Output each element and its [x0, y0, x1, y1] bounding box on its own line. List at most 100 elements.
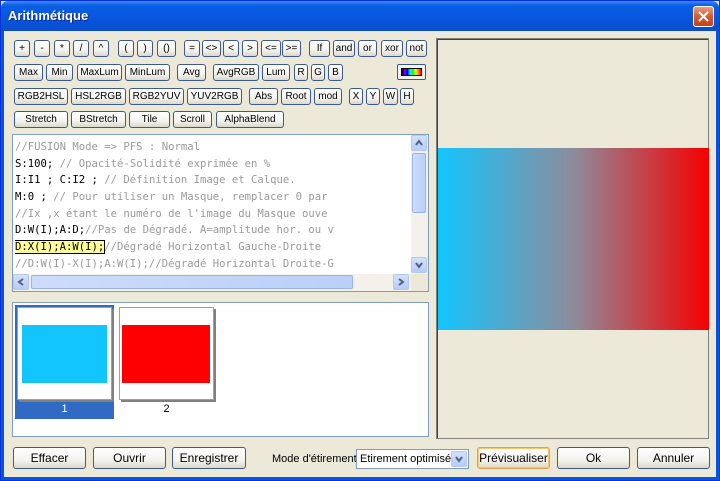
clear-button[interactable]: Effacer [13, 447, 86, 469]
arrow-down-icon [415, 262, 423, 269]
fn-w-button[interactable]: W [383, 88, 398, 105]
color-gradient-icon [401, 68, 422, 76]
scroll-corner [411, 274, 428, 291]
image-content [122, 325, 210, 383]
op-and-button[interactable]: and [333, 40, 355, 57]
fn-tile-button[interactable]: Tile [129, 111, 170, 128]
image-preview [119, 307, 214, 400]
gradient-result [438, 148, 709, 330]
dropdown-button[interactable] [451, 451, 467, 467]
op-xor-button[interactable]: xor [381, 40, 403, 57]
scroll-up-button[interactable] [411, 135, 427, 151]
fn-max-button[interactable]: Max [14, 64, 43, 81]
stretch-mode-label: Mode d'étirement [272, 453, 357, 465]
close-icon [698, 11, 709, 22]
fn-bstretch-button[interactable]: BStretch [71, 111, 126, 128]
fn-maxlum-button[interactable]: MaxLum [77, 64, 122, 81]
open-button[interactable]: Ouvrir [93, 447, 166, 469]
op-greater-equal-button[interactable]: >= [282, 40, 301, 57]
preview-button[interactable]: Prévisualiser [477, 447, 550, 469]
color-palette-button[interactable] [397, 64, 426, 80]
image-thumb-1[interactable]: 1 [15, 305, 114, 419]
fn-root-button[interactable]: Root [281, 88, 311, 105]
code-line: I:I1 ; C:I2 ; // Définition Image et Cal… [15, 174, 296, 187]
image-preview [17, 307, 112, 400]
fn-h-button[interactable]: H [400, 88, 414, 105]
code-line-active: D:X(I);A:W(I);//Dégradé Horizontal Gauch… [15, 240, 322, 255]
arithmetic-dialog: Arithmétique + - * / ^ ( ) () = <> < > <… [0, 0, 720, 481]
op-close-paren-button[interactable]: ) [137, 40, 153, 57]
fn-rgb2hsl-button[interactable]: RGB2HSL [14, 88, 68, 105]
fn-avgrgb-button[interactable]: AvgRGB [213, 64, 259, 81]
fn-min-button[interactable]: Min [46, 64, 73, 81]
code-line: //D:W(I)-X(I);A:W(I);//Dégradé Horizonta… [15, 257, 334, 270]
op-divide-button[interactable]: / [73, 40, 89, 57]
code-line: D:W(I);A:D;//Pas de Dégradé. A=amplitude… [15, 224, 334, 237]
op-not-equal-button[interactable]: <> [202, 40, 221, 57]
stretch-mode-value: Etirement optimisé [360, 453, 452, 465]
scroll-left-button[interactable] [13, 274, 29, 290]
op-if-button[interactable]: If [309, 40, 330, 57]
image-content [22, 325, 107, 383]
scroll-right-button[interactable] [393, 274, 409, 290]
editor-horizontal-scrollbar[interactable] [13, 274, 411, 291]
op-minus-button[interactable]: - [34, 40, 50, 57]
window-title: Arithmétique [8, 8, 89, 23]
op-plus-button[interactable]: + [14, 40, 30, 57]
stretch-mode-select[interactable]: Etirement optimisé [356, 449, 469, 469]
op-power-button[interactable]: ^ [93, 40, 109, 57]
arrow-left-icon [17, 278, 24, 286]
fn-y-button[interactable]: Y [366, 88, 380, 105]
fn-x-button[interactable]: X [349, 88, 363, 105]
title-bar[interactable]: Arithmétique [1, 1, 719, 31]
horizontal-scroll-thumb[interactable] [31, 275, 353, 289]
image-label: 1 [61, 403, 68, 415]
fn-abs-button[interactable]: Abs [249, 88, 278, 105]
fn-mod-button[interactable]: mod [314, 88, 342, 105]
fn-scroll-button[interactable]: Scroll [173, 111, 212, 128]
op-not-button[interactable]: not [406, 40, 427, 57]
close-button[interactable] [693, 6, 714, 27]
op-equals-button[interactable]: = [184, 40, 200, 57]
formula-editor[interactable]: //FUSION Mode => PFS : Normal S:100; // … [12, 134, 429, 292]
image-thumb-2[interactable]: 2 [117, 305, 216, 419]
op-less-button[interactable]: < [223, 40, 239, 57]
fn-rgb2yuv-button[interactable]: RGB2YUV [129, 88, 184, 105]
chevron-down-icon [455, 456, 463, 463]
fn-r-button[interactable]: R [294, 64, 308, 81]
fn-stretch-button[interactable]: Stretch [14, 111, 68, 128]
window-frame-left [1, 31, 4, 480]
op-parens-button[interactable]: () [157, 40, 176, 57]
op-open-paren-button[interactable]: ( [118, 40, 134, 57]
result-preview [436, 38, 709, 439]
op-or-button[interactable]: or [358, 40, 377, 57]
code-line: M:0 ; // Pour utiliser un Masque, rempla… [15, 191, 328, 204]
code-line: //FUSION Mode => PFS : Normal [15, 141, 200, 153]
image-label: 2 [163, 403, 170, 415]
window-frame-right [716, 31, 719, 480]
op-multiply-button[interactable]: * [54, 40, 70, 57]
fn-alphablend-button[interactable]: AlphaBlend [216, 111, 284, 128]
op-less-equal-button[interactable]: <= [261, 40, 281, 57]
arrow-up-icon [415, 139, 423, 146]
arrow-right-icon [398, 278, 405, 286]
editor-vertical-scrollbar[interactable] [411, 135, 428, 274]
fn-g-button[interactable]: G [311, 64, 325, 81]
formula-text[interactable]: //FUSION Mode => PFS : Normal S:100; // … [15, 139, 411, 273]
code-line: S:100; // Opacité-Solidité exprimée en % [15, 157, 271, 170]
code-line: //Ix ,x étant le numéro de l'image du Ma… [15, 207, 328, 220]
op-greater-button[interactable]: > [242, 40, 258, 57]
save-button[interactable]: Enregistrer [172, 447, 246, 469]
vertical-scroll-thumb[interactable] [412, 153, 426, 213]
fn-hsl2rgb-button[interactable]: HSL2RGB [71, 88, 126, 105]
ok-button[interactable]: Ok [557, 447, 630, 469]
fn-lum-button[interactable]: Lum [262, 64, 290, 81]
fn-avg-button[interactable]: Avg [177, 64, 206, 81]
fn-yuv2rgb-button[interactable]: YUV2RGB [187, 88, 242, 105]
fn-b-button[interactable]: B [328, 64, 343, 81]
image-list: 1 2 [12, 302, 429, 437]
window-frame-bottom [1, 477, 719, 480]
cancel-button[interactable]: Annuler [637, 447, 710, 469]
fn-minlum-button[interactable]: MinLum [125, 64, 170, 81]
scroll-down-button[interactable] [411, 257, 427, 273]
